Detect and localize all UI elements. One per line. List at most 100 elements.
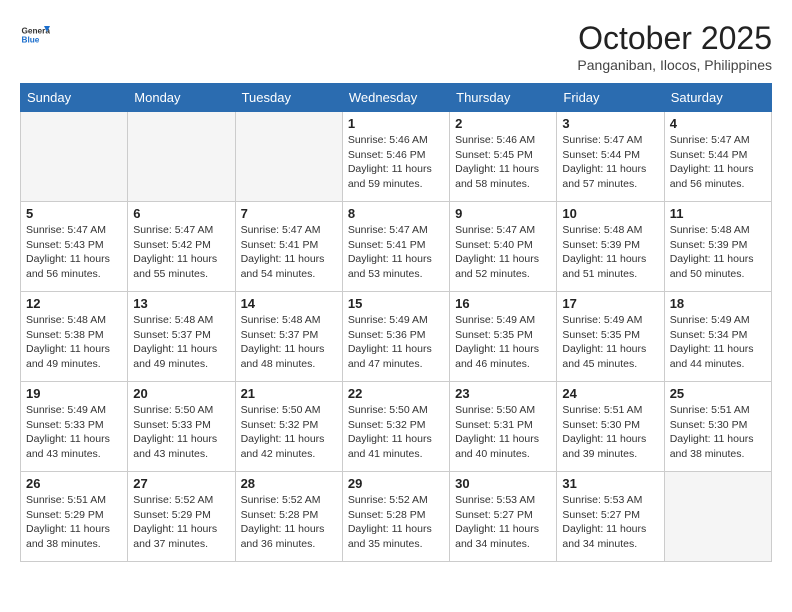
calendar-cell: 30Sunrise: 5:53 AM Sunset: 5:27 PM Dayli… — [450, 472, 557, 562]
week-row-2: 5Sunrise: 5:47 AM Sunset: 5:43 PM Daylig… — [21, 202, 772, 292]
day-info: Sunrise: 5:49 AM Sunset: 5:35 PM Dayligh… — [455, 313, 551, 372]
day-info: Sunrise: 5:52 AM Sunset: 5:28 PM Dayligh… — [241, 493, 337, 552]
calendar-cell — [21, 112, 128, 202]
title-block: October 2025 Panganiban, Ilocos, Philipp… — [577, 20, 772, 73]
day-info: Sunrise: 5:51 AM Sunset: 5:30 PM Dayligh… — [562, 403, 658, 462]
calendar-cell: 3 Sunrise: 5:47 AM Sunset: 5:44 PM Daylig… — [557, 112, 664, 202]
calendar-cell: 14 Sunrise: 5:48 AM Sunset: 5:37 PM Dayli… — [235, 292, 342, 382]
calendar-cell: 5Sunrise: 5:47 AM Sunset: 5:43 PM Daylig… — [21, 202, 128, 292]
day-info: Sunrise: 5:50 AM Sunset: 5:32 PM Dayligh… — [241, 403, 337, 462]
calendar-cell: 2 Sunrise: 5:46 AM Sunset: 5:45 PM Daylig… — [450, 112, 557, 202]
weekday-header-sunday: Sunday — [21, 84, 128, 112]
page-header: General Blue October 2025 Panganiban, Il… — [20, 20, 772, 73]
calendar-cell: 24 Sunrise: 5:51 AM Sunset: 5:30 PM Dayli… — [557, 382, 664, 472]
day-info: Sunrise: 5:50 AM Sunset: 5:32 PM Dayligh… — [348, 403, 444, 462]
week-row-1: 1 Sunrise: 5:46 AM Sunset: 5:46 PM Daylig… — [21, 112, 772, 202]
day-info: Sunrise: 5:50 AM Sunset: 5:33 PM Dayligh… — [133, 403, 229, 462]
day-info: Sunrise: 5:48 AM Sunset: 5:37 PM Dayligh… — [241, 313, 337, 372]
day-number: 30 — [455, 476, 551, 491]
day-number: 24 — [562, 386, 658, 401]
calendar-cell: 13 Sunrise: 5:48 AM Sunset: 5:37 PM Dayli… — [128, 292, 235, 382]
calendar-cell: 10 Sunrise: 5:48 AM Sunset: 5:39 PM Dayli… — [557, 202, 664, 292]
day-number: 13 — [133, 296, 229, 311]
svg-text:Blue: Blue — [22, 36, 40, 45]
calendar-cell — [664, 472, 771, 562]
day-info: Sunrise: 5:50 AM Sunset: 5:31 PM Dayligh… — [455, 403, 551, 462]
day-number: 4 — [670, 116, 766, 131]
day-info: Sunrise: 5:48 AM Sunset: 5:39 PM Dayligh… — [670, 223, 766, 282]
calendar-cell: 6 Sunrise: 5:47 AM Sunset: 5:42 PM Daylig… — [128, 202, 235, 292]
day-number: 16 — [455, 296, 551, 311]
day-info: Sunrise: 5:48 AM Sunset: 5:39 PM Dayligh… — [562, 223, 658, 282]
day-number: 17 — [562, 296, 658, 311]
day-info: Sunrise: 5:48 AM Sunset: 5:37 PM Dayligh… — [133, 313, 229, 372]
day-info: Sunrise: 5:47 AM Sunset: 5:44 PM Dayligh… — [562, 133, 658, 192]
calendar-cell: 25 Sunrise: 5:51 AM Sunset: 5:30 PM Dayli… — [664, 382, 771, 472]
day-info: Sunrise: 5:53 AM Sunset: 5:27 PM Dayligh… — [562, 493, 658, 552]
day-number: 11 — [670, 206, 766, 221]
weekday-header-row: SundayMondayTuesdayWednesdayThursdayFrid… — [21, 84, 772, 112]
day-number: 21 — [241, 386, 337, 401]
day-number: 3 — [562, 116, 658, 131]
day-info: Sunrise: 5:52 AM Sunset: 5:29 PM Dayligh… — [133, 493, 229, 552]
day-number: 23 — [455, 386, 551, 401]
day-number: 5 — [26, 206, 122, 221]
day-number: 18 — [670, 296, 766, 311]
calendar-cell: 22Sunrise: 5:50 AM Sunset: 5:32 PM Dayli… — [342, 382, 449, 472]
calendar-cell — [235, 112, 342, 202]
calendar-cell: 28Sunrise: 5:52 AM Sunset: 5:28 PM Dayli… — [235, 472, 342, 562]
calendar-cell: 17Sunrise: 5:49 AM Sunset: 5:35 PM Dayli… — [557, 292, 664, 382]
calendar-cell: 16 Sunrise: 5:49 AM Sunset: 5:35 PM Dayli… — [450, 292, 557, 382]
day-number: 14 — [241, 296, 337, 311]
day-info: Sunrise: 5:51 AM Sunset: 5:29 PM Dayligh… — [26, 493, 122, 552]
day-number: 20 — [133, 386, 229, 401]
day-number: 19 — [26, 386, 122, 401]
calendar-cell: 4 Sunrise: 5:47 AM Sunset: 5:44 PM Daylig… — [664, 112, 771, 202]
weekday-header-monday: Monday — [128, 84, 235, 112]
day-info: Sunrise: 5:47 AM Sunset: 5:41 PM Dayligh… — [241, 223, 337, 282]
day-info: Sunrise: 5:46 AM Sunset: 5:45 PM Dayligh… — [455, 133, 551, 192]
week-row-3: 12 Sunrise: 5:48 AM Sunset: 5:38 PM Dayli… — [21, 292, 772, 382]
calendar-cell: 12 Sunrise: 5:48 AM Sunset: 5:38 PM Dayli… — [21, 292, 128, 382]
month-title: October 2025 — [577, 20, 772, 57]
day-number: 6 — [133, 206, 229, 221]
calendar-cell: 19 Sunrise: 5:49 AM Sunset: 5:33 PM Dayli… — [21, 382, 128, 472]
weekday-header-wednesday: Wednesday — [342, 84, 449, 112]
day-info: Sunrise: 5:47 AM Sunset: 5:42 PM Dayligh… — [133, 223, 229, 282]
day-number: 7 — [241, 206, 337, 221]
day-number: 27 — [133, 476, 229, 491]
day-info: Sunrise: 5:47 AM Sunset: 5:41 PM Dayligh… — [348, 223, 444, 282]
calendar-cell: 18 Sunrise: 5:49 AM Sunset: 5:34 PM Dayli… — [664, 292, 771, 382]
day-number: 1 — [348, 116, 444, 131]
calendar-cell: 21 Sunrise: 5:50 AM Sunset: 5:32 PM Dayli… — [235, 382, 342, 472]
calendar-cell — [128, 112, 235, 202]
day-number: 10 — [562, 206, 658, 221]
day-info: Sunrise: 5:46 AM Sunset: 5:46 PM Dayligh… — [348, 133, 444, 192]
calendar-cell: 26 Sunrise: 5:51 AM Sunset: 5:29 PM Dayli… — [21, 472, 128, 562]
weekday-header-saturday: Saturday — [664, 84, 771, 112]
location: Panganiban, Ilocos, Philippines — [577, 57, 772, 73]
day-number: 2 — [455, 116, 551, 131]
day-number: 9 — [455, 206, 551, 221]
day-info: Sunrise: 5:49 AM Sunset: 5:33 PM Dayligh… — [26, 403, 122, 462]
day-number: 25 — [670, 386, 766, 401]
day-info: Sunrise: 5:49 AM Sunset: 5:36 PM Dayligh… — [348, 313, 444, 372]
calendar-cell: 1 Sunrise: 5:46 AM Sunset: 5:46 PM Daylig… — [342, 112, 449, 202]
calendar-table: SundayMondayTuesdayWednesdayThursdayFrid… — [20, 83, 772, 562]
day-info: Sunrise: 5:47 AM Sunset: 5:44 PM Dayligh… — [670, 133, 766, 192]
calendar-cell: 27 Sunrise: 5:52 AM Sunset: 5:29 PM Dayli… — [128, 472, 235, 562]
calendar-cell: 23 Sunrise: 5:50 AM Sunset: 5:31 PM Dayli… — [450, 382, 557, 472]
day-number: 26 — [26, 476, 122, 491]
week-row-5: 26 Sunrise: 5:51 AM Sunset: 5:29 PM Dayli… — [21, 472, 772, 562]
day-info: Sunrise: 5:49 AM Sunset: 5:34 PM Dayligh… — [670, 313, 766, 372]
day-info: Sunrise: 5:51 AM Sunset: 5:30 PM Dayligh… — [670, 403, 766, 462]
calendar-cell: 8Sunrise: 5:47 AM Sunset: 5:41 PM Daylig… — [342, 202, 449, 292]
day-number: 15 — [348, 296, 444, 311]
day-info: Sunrise: 5:48 AM Sunset: 5:38 PM Dayligh… — [26, 313, 122, 372]
calendar-cell: 31Sunrise: 5:53 AM Sunset: 5:27 PM Dayli… — [557, 472, 664, 562]
weekday-header-friday: Friday — [557, 84, 664, 112]
calendar-cell: 9Sunrise: 5:47 AM Sunset: 5:40 PM Daylig… — [450, 202, 557, 292]
calendar-cell: 7 Sunrise: 5:47 AM Sunset: 5:41 PM Daylig… — [235, 202, 342, 292]
day-number: 12 — [26, 296, 122, 311]
logo: General Blue — [20, 20, 50, 50]
